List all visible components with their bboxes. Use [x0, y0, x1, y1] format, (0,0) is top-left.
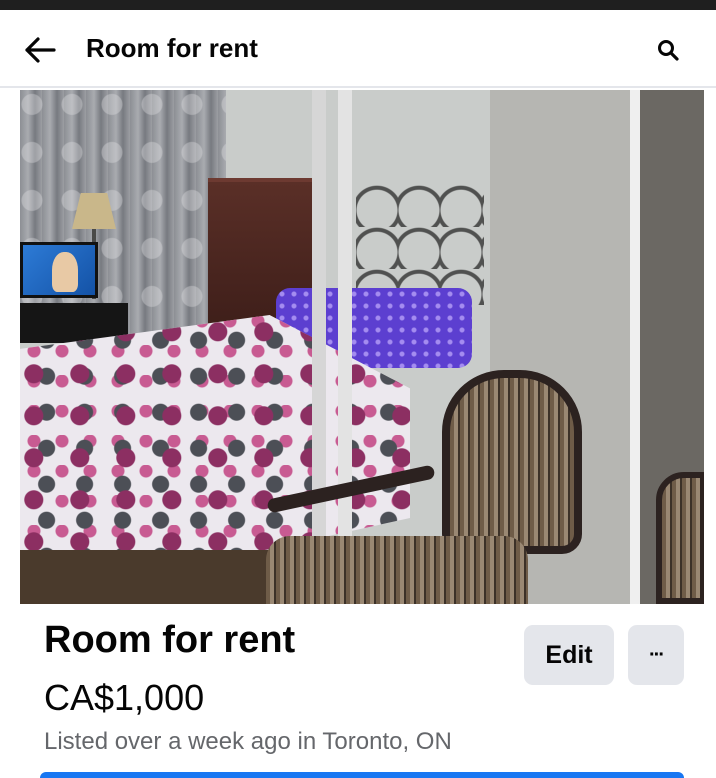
status-strip: [0, 0, 716, 10]
search-icon: [658, 40, 679, 61]
back-button[interactable]: [18, 30, 62, 70]
photo-mirror-frame: [312, 90, 326, 604]
listing-price: CA$1,000: [44, 677, 205, 718]
photo-mirror-edge: [630, 90, 640, 604]
app-bar: Room for rent: [0, 10, 716, 88]
more-icon: ···: [649, 644, 665, 666]
photo-mirror-frame: [338, 90, 352, 604]
primary-action-button[interactable]: [40, 772, 684, 778]
photo-tv-person: [52, 252, 78, 292]
photo-chair-seat: [266, 536, 528, 604]
page-title: Room for rent: [86, 33, 258, 63]
listing-photo[interactable]: [20, 90, 704, 604]
listing-location-meta: Listed over a week ago in Toronto, ON: [44, 728, 452, 755]
photo-curtain-pattern: [20, 90, 226, 335]
photo-chair-back: [442, 370, 582, 554]
more-options-button[interactable]: ···: [628, 625, 684, 685]
listing-title: Room for rent: [44, 619, 296, 661]
edit-button[interactable]: Edit: [524, 625, 614, 685]
arrow-left-icon: [25, 37, 56, 63]
photo-chair-right: [656, 472, 704, 604]
search-button[interactable]: [650, 34, 686, 66]
photo-headboard: [356, 185, 484, 305]
